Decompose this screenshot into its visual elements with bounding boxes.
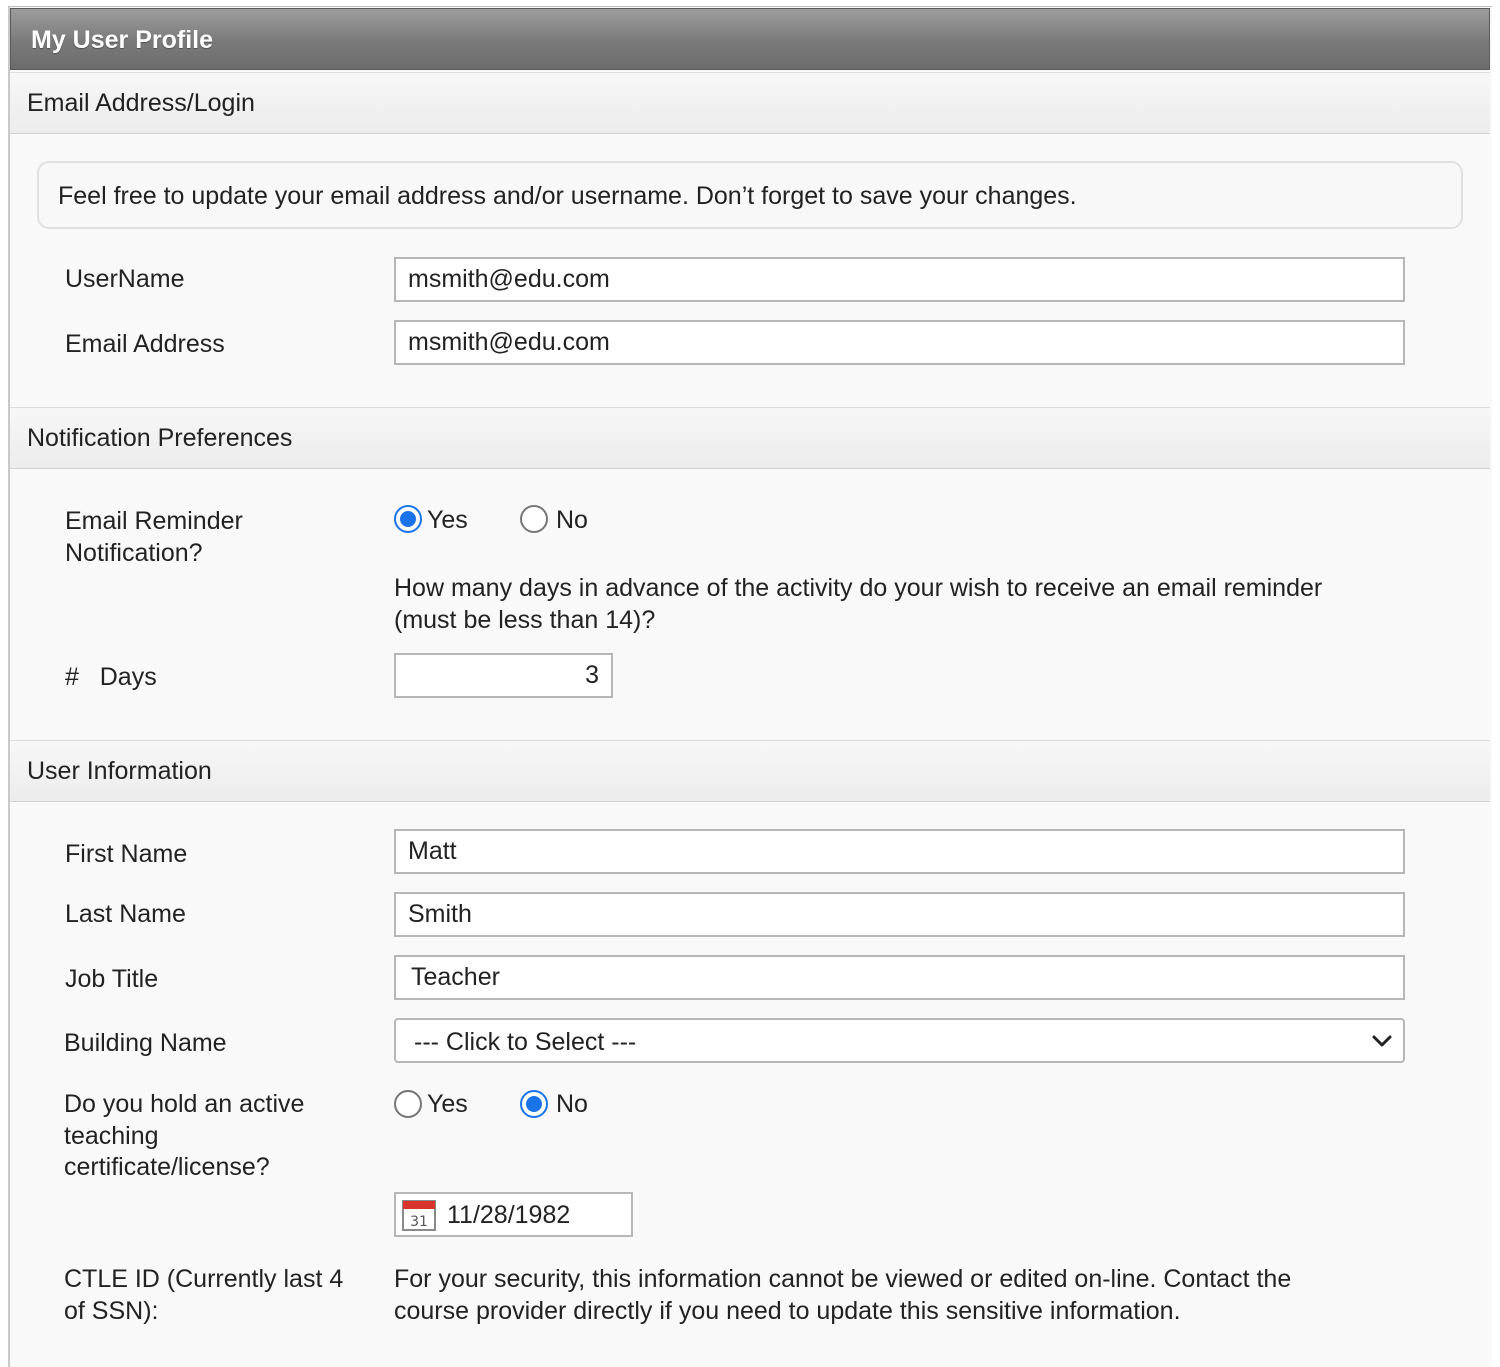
certificate-label-line3: certificate/license? (64, 1153, 270, 1181)
date-field[interactable]: 31 11/28/1982 (394, 1192, 633, 1237)
last-name-label: Last Name (65, 900, 186, 928)
reminder-no-label: No (556, 506, 588, 534)
username-label: UserName (65, 265, 185, 293)
username-input[interactable] (394, 257, 1405, 302)
section-header-email-login: Email Address/Login (10, 72, 1490, 134)
reminder-yes-label: Yes (427, 506, 468, 534)
building-label: Building Name (64, 1029, 227, 1057)
ctle-label-line2: of SSN): (64, 1297, 159, 1325)
days-question-line2: (must be less than 14)? (394, 606, 656, 634)
certificate-yes-label: Yes (427, 1090, 468, 1118)
building-select[interactable]: --- Click to Select --- (394, 1018, 1405, 1063)
certificate-label-line1: Do you hold an active (64, 1090, 305, 1118)
ctle-info-line1: For your security, this information cann… (394, 1265, 1292, 1293)
section-title: Email Address/Login (27, 89, 255, 117)
title-bar: My User Profile (10, 8, 1490, 70)
calendar-icon[interactable]: 31 (402, 1199, 436, 1231)
reminder-yes-radio[interactable] (394, 505, 422, 533)
chevron-down-icon (1372, 1035, 1392, 1047)
job-title-input[interactable] (394, 955, 1405, 1000)
days-label: # Days (65, 663, 157, 691)
certificate-label-line2: teaching (64, 1122, 159, 1150)
ctle-info-line2: course provider directly if you need to … (394, 1297, 1181, 1325)
reminder-label-line2: Notification? (65, 539, 203, 567)
section-header-notifications: Notification Preferences (10, 407, 1490, 469)
certificate-yes-radio[interactable] (394, 1090, 422, 1118)
days-question-line1: How many days in advance of the activity… (394, 574, 1323, 602)
info-text: Feel free to update your email address a… (58, 182, 1077, 210)
first-name-input[interactable] (394, 829, 1405, 874)
section-title: Notification Preferences (27, 424, 293, 452)
days-input[interactable] (394, 653, 613, 698)
reminder-no-radio[interactable] (520, 505, 548, 533)
last-name-input[interactable] (394, 892, 1405, 937)
calendar-icon-day: 31 (410, 1214, 428, 1230)
certificate-no-label: No (556, 1090, 588, 1118)
job-title-label: Job Title (65, 965, 159, 993)
email-input[interactable] (394, 320, 1405, 365)
info-box: Feel free to update your email address a… (37, 161, 1463, 229)
date-value: 11/28/1982 (447, 1201, 571, 1229)
reminder-label-line1: Email Reminder (65, 507, 243, 535)
page-title: My User Profile (31, 26, 214, 54)
ctle-label-line1: CTLE ID (Currently last 4 (64, 1265, 344, 1293)
section-header-user-info: User Information (10, 740, 1490, 802)
email-label: Email Address (65, 330, 225, 358)
building-select-value: --- Click to Select --- (414, 1028, 637, 1056)
certificate-no-radio[interactable] (520, 1090, 548, 1118)
first-name-label: First Name (65, 840, 188, 868)
section-title: User Information (27, 757, 212, 785)
